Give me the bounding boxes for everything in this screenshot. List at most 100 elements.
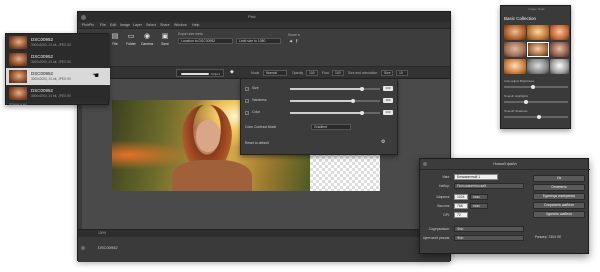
list-item[interactable]: DSC00952 3000x2000, 24 bit, JPEG 90 <box>6 85 110 102</box>
filter-thumbnail[interactable] <box>504 59 526 74</box>
filter-thumbnail[interactable] <box>504 25 526 40</box>
contents-select[interactable]: Фон <box>454 226 524 232</box>
slider-knob[interactable] <box>360 110 364 115</box>
brightness-slider[interactable] <box>504 84 568 89</box>
color-slider[interactable] <box>290 110 380 115</box>
photo-face <box>196 120 220 152</box>
shadows-slider-knob[interactable] <box>537 114 542 119</box>
name-field[interactable]: Безымянный-1 <box>454 174 498 180</box>
width-unit-select[interactable]: пикс <box>470 194 488 200</box>
ok-button[interactable]: Ок <box>533 175 585 182</box>
zoom-level[interactable]: 100% <box>98 231 106 235</box>
filter-thumbnail[interactable] <box>550 59 569 74</box>
blend-mode-select[interactable]: Gradient <box>311 124 351 130</box>
files-footer[interactable]: Choose a set <box>9 102 27 106</box>
save-button[interactable]: ▣ Save <box>158 33 172 46</box>
menu-item-layer[interactable]: Layer <box>133 23 142 27</box>
shadows-slider[interactable] <box>504 114 568 119</box>
opacity-field[interactable]: 100 <box>306 70 318 76</box>
gear-icon[interactable]: ⚙ <box>381 139 385 145</box>
slider-knob[interactable] <box>360 86 364 91</box>
height-unit-select[interactable]: пикс <box>470 203 488 209</box>
flow-label: Flow <box>322 71 329 75</box>
size-select[interactable]: Size <box>381 70 393 76</box>
delete-preset-button[interactable]: Удалить шаблон <box>533 211 585 218</box>
color-checkbox[interactable]: ✓ <box>245 111 249 115</box>
camera-icon: ◉ <box>143 33 151 40</box>
close-window-icon[interactable] <box>81 14 86 20</box>
export-label: Export size meta <box>178 32 203 36</box>
color-mode-select[interactable]: Фон <box>454 235 524 241</box>
color-slider-fill <box>290 112 362 114</box>
file-icon: ▤ <box>111 33 119 40</box>
hardness-checkbox[interactable]: ✓ <box>245 99 249 103</box>
twitter-icon[interactable]: ✦ <box>289 39 293 45</box>
menu-item-select[interactable]: Select <box>146 23 156 27</box>
facebook-icon[interactable]: f <box>296 39 297 45</box>
size-checkbox[interactable]: ✓ <box>245 87 249 91</box>
export-location-field[interactable]: Location to DSC00952 <box>178 38 233 44</box>
units-button[interactable]: Единицы измерения <box>533 193 585 200</box>
document-tab[interactable]: DSC00952 <box>98 245 118 250</box>
dpi-field[interactable]: 72 <box>454 212 468 218</box>
menu-item-edit[interactable]: Edit <box>110 23 116 27</box>
size-label: Size and orientation <box>348 71 378 75</box>
title-bar: Pixlr <box>78 12 450 22</box>
file-meta: 3000x2000, 24 bit, JPEG 90 <box>31 77 71 81</box>
save-icon: ▣ <box>161 33 169 40</box>
cancel-button[interactable]: Отменить <box>533 184 585 191</box>
height-field[interactable]: 768 <box>454 203 468 209</box>
menu-item-share[interactable]: Share <box>160 23 170 27</box>
hardness-slider[interactable] <box>290 98 380 103</box>
list-item-selected[interactable]: DSC00952 3000x2000, 24 bit, JPEG 90 ☚ <box>6 68 110 85</box>
size-value[interactable]: 100 <box>383 86 393 91</box>
status-bar: 100% <box>78 229 450 237</box>
mode-select[interactable]: Normal <box>263 70 287 76</box>
highlights-slider[interactable] <box>504 99 568 104</box>
hardness-row-label: Hardness <box>252 98 267 102</box>
opacity-label: Opacity <box>292 71 304 75</box>
mode-label: Mode <box>251 71 260 75</box>
size-slider[interactable] <box>290 86 380 91</box>
color-mode-label: Цветовой режим: <box>422 236 450 240</box>
folder-button[interactable]: ▭ Folder <box>124 33 138 46</box>
contents-label: Содержимое: <box>428 227 450 231</box>
menu-item-window[interactable]: Window <box>174 23 187 27</box>
slider-knob[interactable] <box>351 98 355 103</box>
highlights-slider-knob[interactable] <box>524 99 529 104</box>
filter-thumbnail[interactable] <box>550 25 569 40</box>
filter-thumbnail[interactable] <box>527 59 549 74</box>
color-value[interactable]: 100 <box>383 110 393 115</box>
file-button[interactable]: ▤ File <box>108 33 122 46</box>
filter-thumbnail-selected[interactable] <box>527 42 549 57</box>
close-tab-icon[interactable] <box>81 246 85 250</box>
width-field[interactable]: 1024 <box>454 194 468 200</box>
flow-field[interactable]: 100 <box>332 70 344 76</box>
dialog-title: Новый файл <box>493 161 517 166</box>
brush-preset-picker[interactable]: Stripes <box>176 69 224 77</box>
brightness-slider-knob[interactable] <box>530 84 535 89</box>
toolbar: ▤ File ▭ Folder ◉ Camera ▣ Save Export s… <box>78 29 450 67</box>
recent-files-panel: DSC00952 3000x2000, 24 bit, JPEG 90 DSC0… <box>5 33 110 106</box>
preset-select[interactable]: Пользовательский <box>454 183 524 189</box>
hardness-value[interactable]: 100 <box>383 98 393 103</box>
brush-shape-icon[interactable]: ◆ <box>230 69 234 75</box>
file-name: DSC00952 <box>31 71 54 76</box>
reset-to-default-link[interactable]: Reset to default <box>245 141 269 145</box>
save-preset-button[interactable]: Сохранить шаблон <box>533 202 585 209</box>
slider-label: Smooth Shadows <box>504 109 528 113</box>
color-row: ✓ Color 100 <box>245 109 395 119</box>
list-item[interactable]: DSC00952 3000x2000, 24 bit, JPEG 90 <box>6 51 110 68</box>
menu-item-help[interactable]: Help <box>192 23 199 27</box>
menu-item-file[interactable]: File <box>100 23 106 27</box>
camera-button[interactable]: ◉ Camera <box>140 33 154 46</box>
limit-size-field[interactable]: Limit size to 1080 <box>236 38 281 44</box>
size-field[interactable]: 10 <box>396 70 408 76</box>
list-item[interactable]: DSC00952 3000x2000, 24 bit, JPEG 90 <box>6 34 110 51</box>
filter-thumbnail[interactable] <box>527 25 549 40</box>
file-meta: 3000x2000, 24 bit, JPEG 90 <box>31 94 71 98</box>
menu-item-image[interactable]: Image <box>120 23 130 27</box>
filter-thumbnail[interactable] <box>550 42 569 57</box>
filter-thumbnail[interactable] <box>504 42 526 57</box>
menu-item-app[interactable]: PixlrPix <box>82 23 94 27</box>
